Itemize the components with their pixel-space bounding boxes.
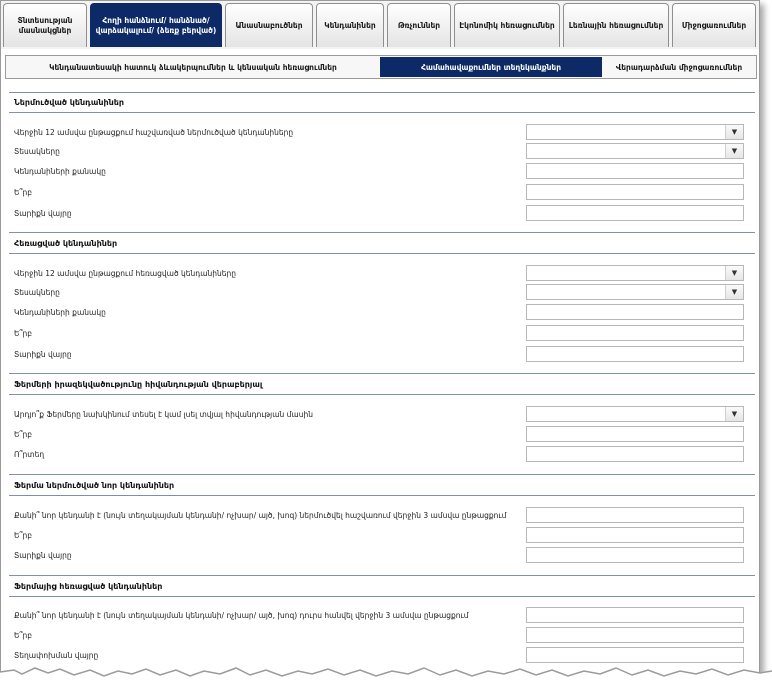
tab-livestock-farms[interactable]: Անասնաբուծներ [225, 3, 313, 47]
app-window: Տնտեսության մասնակցներ Հողի հանձնում/ հա… [0, 0, 760, 682]
tab-land-rental[interactable]: Հողի հանձնում/ հանձնած/ վարձակալում/ (ձե… [90, 3, 222, 47]
section-divider [9, 232, 755, 233]
chevron-down-icon: ▼ [725, 125, 743, 139]
awareness-where-input[interactable] [526, 446, 744, 462]
row-label: Տեսակները [14, 147, 60, 156]
row-label: Տարիքն վայրը [14, 350, 72, 359]
farm-removed-destination-input[interactable] [526, 647, 744, 663]
tab-economic[interactable]: Էկոնոմիկ հեռացումներ [454, 3, 560, 47]
row-label: Քանի՞ նոր կենդանի է (նույն տեղակայման կե… [14, 511, 507, 520]
row-label: Ե՞րբ [14, 329, 33, 338]
subtab-return-measures[interactable]: Վերադարձման միջոցառումներ [604, 57, 754, 77]
section-title-new-animals: Ֆերմա ներմուծված նոր կենդանիներ [14, 481, 175, 490]
new-animals-origin-input[interactable] [526, 547, 744, 563]
main-tab-bar: Տնտեսության մասնակցներ Հողի հանձնում/ հա… [1, 1, 759, 49]
section-title-farm-removed: Ֆերմայից հեռացված կենդանիներ [14, 582, 163, 591]
row-label: Վերջին 12 ամսվա ընթացքում հեռացված կենդա… [14, 269, 237, 278]
row-label: Ե՞րբ [14, 188, 33, 197]
removed-count-input[interactable] [526, 304, 744, 320]
imported-origin-input[interactable] [526, 205, 744, 221]
removed-12m-select[interactable]: ▼ [526, 265, 744, 281]
section-divider [9, 253, 755, 254]
removed-destination-input[interactable] [526, 346, 744, 362]
chevron-down-icon: ▼ [725, 144, 743, 158]
row-label: Տարիքն վայրը [14, 209, 72, 218]
row-label: Ե՞րբ [14, 631, 33, 640]
chevron-down-icon: ▼ [725, 266, 743, 280]
imported-count-input[interactable] [526, 163, 744, 179]
chevron-down-icon: ▼ [725, 285, 743, 299]
imported-12m-select[interactable]: ▼ [526, 124, 744, 140]
imported-when-input[interactable] [526, 184, 744, 200]
section-divider [9, 596, 755, 597]
tab-animals[interactable]: Կենդանիներ [316, 3, 384, 47]
section-divider [9, 575, 755, 576]
row-label: Ո՞րտեղ [14, 450, 45, 459]
farm-removed-count-input[interactable] [526, 607, 744, 623]
section-title-imported: Ներմուծված կենդանիներ [14, 98, 125, 107]
tab-poultry[interactable]: Թռչուններ [387, 3, 451, 47]
section-title-removed: Հեռացված կենդանիներ [14, 239, 118, 248]
subtab-species[interactable]: Կենդանատեսակի հատուկ ձևակերպումներ և կեն… [8, 57, 378, 77]
section-divider [9, 474, 755, 475]
imported-species-select[interactable]: ▼ [526, 143, 744, 159]
section-divider [9, 112, 755, 113]
row-label: Տեղափոխման վայրը [14, 651, 99, 660]
awareness-select[interactable]: ▼ [526, 406, 744, 422]
row-label: Ե՞րբ [14, 531, 33, 540]
tab-mountain[interactable]: Լեռնային հեռացումներ [563, 3, 669, 47]
row-label: Կենդանիների քանակը [14, 167, 106, 176]
tab-participants[interactable]: Տնտեսության մասնակցներ [3, 3, 87, 47]
section-divider [9, 394, 755, 395]
row-label: Տեսակները [14, 288, 60, 297]
section-divider [9, 495, 755, 496]
awareness-when-input[interactable] [526, 426, 744, 442]
tab-measures[interactable]: Միջոցառումներ [672, 3, 756, 47]
subtab-references[interactable]: Համահավաքումներ տեղեկանքներ [380, 57, 602, 77]
row-label: Արդյո՞ք Ֆերմերը նախկինում տեսել է կամ լս… [14, 410, 313, 419]
row-label: Քանի՞ նոր կենդանի է (նույն տեղակայման կե… [14, 611, 469, 620]
chevron-down-icon: ▼ [725, 407, 743, 421]
row-label: Վերջին 12 ամսվա ընթացքում հաշվառված ներմ… [14, 128, 294, 137]
removed-when-input[interactable] [526, 325, 744, 341]
row-label: Ե՞րբ [14, 430, 33, 439]
row-label: Տարիքն վայրը [14, 551, 72, 560]
torn-edge-effect [0, 667, 772, 696]
section-divider [9, 373, 755, 374]
new-animals-count-input[interactable] [526, 507, 744, 523]
new-animals-when-input[interactable] [526, 527, 744, 543]
section-title-awareness: Ֆերմերի իրազեկվածությունը հիվանդության վ… [14, 380, 263, 389]
section-divider [9, 92, 755, 93]
farm-removed-when-input[interactable] [526, 627, 744, 643]
row-label: Կենդանիների քանակը [14, 308, 106, 317]
sub-tab-bar: Կենդանատեսակի հատուկ ձևակերպումներ և կեն… [5, 55, 757, 79]
removed-species-select[interactable]: ▼ [526, 284, 744, 300]
